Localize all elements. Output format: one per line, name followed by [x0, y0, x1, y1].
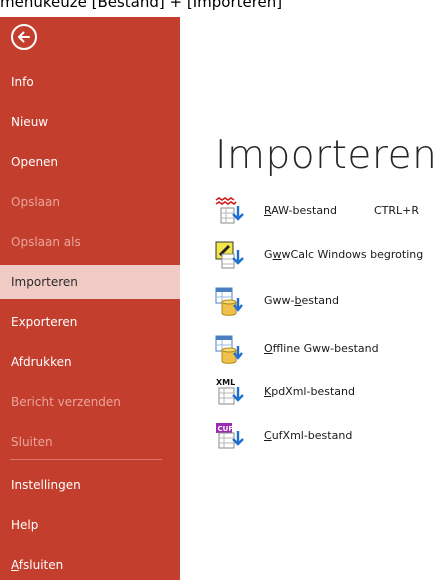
import-offline-gww-bestand[interactable]: Offline Gww-bestand — [214, 334, 438, 368]
nav-bericht-verzenden: Bericht verzenden — [11, 395, 121, 409]
import-gwwcalc-begroting[interactable]: GwwCalc Windows begroting — [214, 240, 438, 274]
gww-import-icon — [215, 287, 243, 316]
page-title: Importeren — [215, 133, 438, 178]
nav-opslaan: Opslaan — [11, 195, 60, 209]
import-raw-label: RAW-bestand — [264, 204, 338, 217]
nav-instellingen[interactable]: Instellingen — [0, 468, 180, 502]
nav-help[interactable]: Help — [0, 508, 180, 542]
offline-gww-import-icon — [215, 335, 243, 364]
nav-opslaan-als: Opslaan als — [11, 235, 81, 249]
nav-afdrukken[interactable]: Afdrukken — [0, 345, 180, 379]
import-kpdxml-label: KpdXml-bestand — [264, 385, 355, 398]
nav-info[interactable]: Info — [0, 65, 180, 99]
raw-import-icon — [215, 197, 244, 224]
import-gww-bestand[interactable]: Gww-bestand — [214, 286, 438, 320]
nav-sluiten: Sluiten — [11, 435, 53, 449]
nav-afsluiten[interactable]: Afsluiten — [0, 548, 180, 582]
import-raw-bestand[interactable]: RAW-bestand CTRL+R — [214, 196, 438, 230]
nav-afsluiten-label: fsluiten — [18, 558, 64, 572]
gwwcalc-import-icon — [215, 241, 244, 269]
nav-afsluiten-accel: A — [11, 558, 19, 572]
nav-exporteren[interactable]: Exporteren — [0, 305, 180, 339]
backstage-sidebar: Info Nieuw Openen Opslaan Opslaan als Im… — [0, 17, 180, 580]
nav-nieuw[interactable]: Nieuw — [0, 105, 180, 139]
import-gwwcalc-label: GwwCalc Windows begroting — [264, 248, 424, 261]
cufxml-import-icon: CUF — [216, 423, 244, 449]
svg-text:XML: XML — [216, 378, 235, 387]
back-button[interactable] — [11, 24, 37, 50]
caption-text: menukeuze [Bestand] + [Importeren] — [0, 0, 283, 11]
import-cufxml-bestand[interactable]: CUF CufXml-bestand — [214, 421, 438, 455]
import-raw-shortcut: CTRL+R — [374, 204, 420, 217]
import-cufxml-label: CufXml-bestand — [264, 429, 353, 442]
import-kpdxml-bestand[interactable]: XML KpdXml-bestand — [214, 377, 438, 411]
arrow-left-icon — [18, 31, 30, 43]
svg-text:CUF: CUF — [218, 425, 234, 433]
import-gww-label: Gww-bestand — [264, 294, 339, 307]
nav-openen[interactable]: Openen — [0, 145, 180, 179]
nav-importeren[interactable]: Importeren — [0, 265, 180, 299]
kpdxml-import-icon: XML — [216, 378, 244, 405]
import-offline-gww-label: Offline Gww-bestand — [264, 342, 379, 355]
sidebar-divider — [10, 459, 162, 460]
